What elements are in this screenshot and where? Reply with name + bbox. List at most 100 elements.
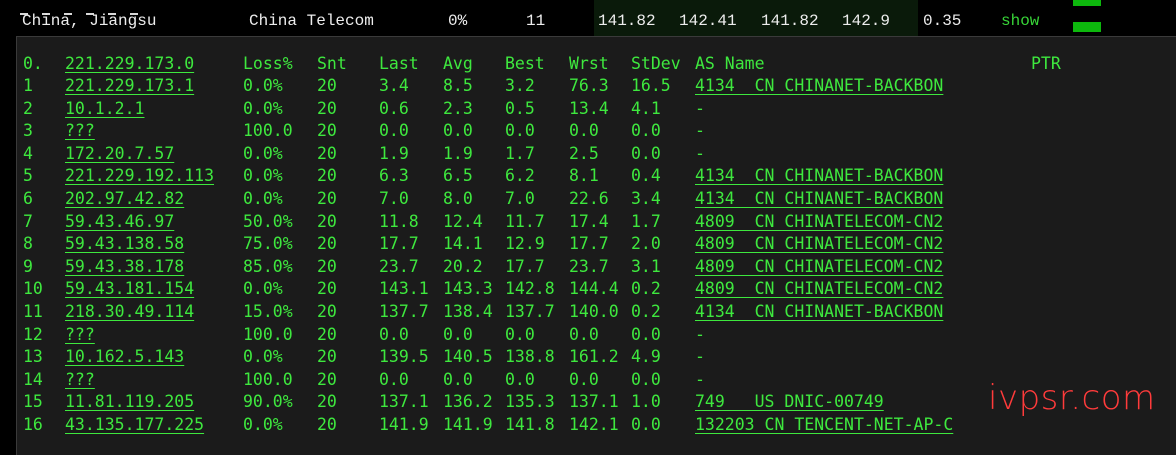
hop-avg: 0.0 <box>443 121 473 141</box>
hop-snt: 20 <box>317 392 337 412</box>
table-row: 5 221.229.192.113 0.0% 20 6.3 6.5 6.2 8.1 0.4 413… <box>17 165 1176 187</box>
hop-loss: 50.0% <box>243 211 293 231</box>
hop-loss: 100.0 <box>243 369 293 389</box>
hop-asname[interactable]: 749 US DNIC-00749 <box>695 391 884 413</box>
hop-avg: 8.0 <box>443 189 473 208</box>
hop-wrst: 161.2 <box>569 347 619 367</box>
hop-number: 11 <box>23 302 43 321</box>
hop-wrst: 76.3 <box>569 76 609 95</box>
hop-best: 137.7 <box>505 302 555 321</box>
source-host-header[interactable]: 221.229.173.0 <box>65 53 194 75</box>
hop-loss: 0.0% <box>243 76 283 95</box>
hop-host[interactable]: 202.97.42.82 <box>65 188 184 210</box>
hop-last: 137.7 <box>379 302 429 321</box>
hop-loss: 0.0% <box>243 98 283 118</box>
hop-avg: 143.3 <box>443 279 493 299</box>
hop-snt: 20 <box>317 143 337 163</box>
hop-snt: 20 <box>317 121 337 141</box>
hop-wrst: 144.4 <box>569 279 619 299</box>
hop-best: 6.2 <box>505 166 535 186</box>
hop-best: 135.3 <box>505 392 555 412</box>
table-row: 13 10.162.5.143 0.0% 20 139.5 140.5 138.8 161.2… <box>17 346 1176 368</box>
hop-stdev: 0.0 <box>631 121 661 141</box>
hop-host[interactable]: 10.162.5.143 <box>65 346 184 368</box>
hop-last: 7.0 <box>379 189 409 208</box>
hop-last: 0.0 <box>379 121 409 141</box>
hop-avg: 138.4 <box>443 302 493 321</box>
hop-last: 17.7 <box>379 234 419 254</box>
asname-header: AS Name <box>695 54 765 73</box>
show-link[interactable]: show <box>1001 8 1039 34</box>
hop-best: 7.0 <box>505 189 535 208</box>
hop-snt: 20 <box>317 415 337 434</box>
hop-snt: 20 <box>317 76 337 95</box>
hop-host[interactable]: 172.20.7.57 <box>65 143 174 165</box>
summary-isp: China Telecom <box>249 12 374 30</box>
hop-host[interactable]: 10.1.2.1 <box>65 98 144 120</box>
hop-number: 7 <box>23 211 33 231</box>
hop-header: 0. <box>23 54 43 73</box>
hop-avg: 8.5 <box>443 76 473 95</box>
table-row: 8 59.43.138.58 75.0% 20 17.7 14.1 12.9 17.7 2.0 4… <box>17 233 1176 255</box>
hop-host[interactable]: 59.43.138.58 <box>65 233 184 255</box>
hop-snt: 20 <box>317 279 337 299</box>
cut-off-row <box>20 0 1080 15</box>
hop-best: 0.0 <box>505 121 535 141</box>
hop-loss: 75.0% <box>243 234 293 254</box>
hop-host[interactable]: 221.229.173.1 <box>65 75 194 97</box>
hop-snt: 20 <box>317 347 337 367</box>
hop-wrst: 137.1 <box>569 392 619 412</box>
hop-number: 5 <box>23 166 33 186</box>
hop-last: 1.9 <box>379 143 409 163</box>
hop-host[interactable]: 218.30.49.114 <box>65 301 194 323</box>
hop-avg: 14.1 <box>443 234 483 254</box>
hop-stdev: 0.0 <box>631 143 661 163</box>
hop-host[interactable]: 59.43.181.154 <box>65 278 194 300</box>
summary-stdev: 0.35 <box>923 12 962 30</box>
hop-stdev: 0.0 <box>631 324 661 344</box>
hop-stdev: 0.2 <box>631 302 661 321</box>
hop-wrst: 142.1 <box>569 415 619 434</box>
hop-number: 9 <box>23 256 33 276</box>
hop-number: 8 <box>23 234 33 254</box>
hop-asname: - <box>695 121 705 141</box>
hop-stdev: 4.1 <box>631 98 661 118</box>
table-row: 12??? 100.0 20 0.0 0.0 0.0 0.0 0.0 - <box>17 324 1176 346</box>
hop-host[interactable]: ??? <box>65 369 95 391</box>
hop-host[interactable]: 59.43.38.178 <box>65 256 184 278</box>
hop-loss: 0.0% <box>243 166 283 186</box>
hop-host[interactable]: 11.81.119.205 <box>65 391 194 413</box>
hop-asname[interactable]: 4809 CN CHINATELECOM-CN2 <box>695 233 943 255</box>
hop-snt: 20 <box>317 189 337 208</box>
hop-asname[interactable]: 4809 CN CHINATELECOM-CN2 <box>695 256 943 278</box>
hop-best: 17.7 <box>505 256 545 276</box>
hop-snt: 20 <box>317 369 337 389</box>
hop-asname[interactable]: 4809 CN CHINATELECOM-CN2 <box>695 211 943 233</box>
hop-loss: 100.0 <box>243 121 293 141</box>
hop-host[interactable]: 43.135.177.225 <box>65 414 204 436</box>
hop-best: 141.8 <box>505 415 555 434</box>
hop-host[interactable]: ??? <box>65 324 95 346</box>
hop-asname[interactable]: 4134 CN CHINANET-BACKBON <box>695 165 943 187</box>
hop-loss: 0.0% <box>243 347 283 367</box>
hop-wrst: 8.1 <box>569 166 599 186</box>
best-header: Best <box>505 54 545 73</box>
table-row: 9 59.43.38.178 85.0% 20 23.7 20.2 17.7 23.7 3.1 4… <box>17 256 1176 278</box>
hop-host[interactable]: ??? <box>65 120 95 142</box>
summary-sent: 11 <box>526 12 546 30</box>
hop-host[interactable]: 221.229.192.113 <box>65 165 214 187</box>
hop-host[interactable]: 59.43.46.97 <box>65 211 174 233</box>
hop-best: 12.9 <box>505 234 545 254</box>
hop-loss: 0.0% <box>243 415 283 434</box>
hop-snt: 20 <box>317 166 337 186</box>
hop-loss: 90.0% <box>243 392 293 412</box>
hop-avg: 2.3 <box>443 98 473 118</box>
hop-asname[interactable]: 4134 CN CHINANET-BACKBON <box>695 75 943 97</box>
hop-asname[interactable]: 4134 CN CHINANET-BACKBON <box>695 301 943 323</box>
hop-last: 3.4 <box>379 76 409 95</box>
hop-best: 11.7 <box>505 211 545 231</box>
last-header: Last <box>379 54 419 73</box>
hop-asname[interactable]: 4809 CN CHINATELECOM-CN2 <box>695 278 943 300</box>
hop-asname[interactable]: 132203 CN TENCENT-NET-AP-C <box>695 414 953 436</box>
hop-asname[interactable]: 4134 CN CHINANET-BACKBON <box>695 188 943 210</box>
